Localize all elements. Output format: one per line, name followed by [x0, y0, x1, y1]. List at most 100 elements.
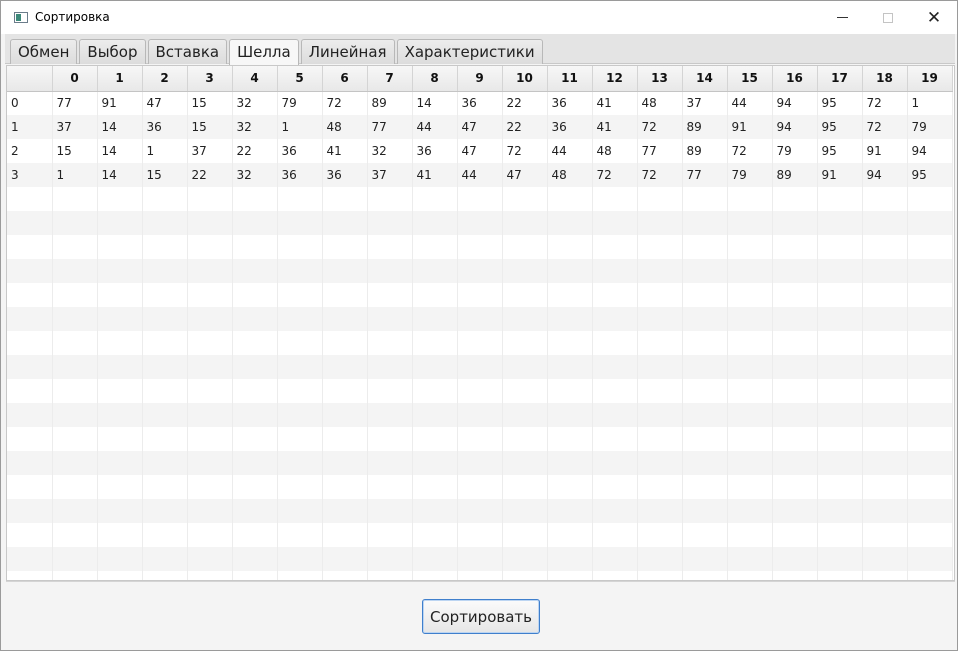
tab-5[interactable]: Характеристики — [396, 39, 543, 64]
column-header[interactable]: 2 — [142, 66, 188, 92]
empty-cell — [502, 235, 548, 259]
empty-cell — [367, 283, 413, 307]
tab-bar: Обмен Выбор Вставка Шелла Линейная Характерис… — [5, 34, 955, 65]
empty-cell — [412, 307, 458, 331]
empty-cell — [187, 235, 233, 259]
empty-cell — [187, 427, 233, 451]
empty-cell — [592, 331, 638, 355]
empty-cell — [367, 571, 413, 580]
column-header[interactable]: 13 — [637, 66, 683, 92]
tab-1[interactable]: Выбор — [79, 39, 146, 64]
column-header[interactable]: 0 — [52, 66, 98, 92]
empty-cell — [187, 331, 233, 355]
tab-0[interactable]: Обмен — [10, 39, 78, 64]
column-header[interactable]: 6 — [322, 66, 368, 92]
empty-cell — [727, 571, 773, 580]
empty-cell — [817, 355, 863, 379]
empty-cell — [772, 283, 818, 307]
empty-cell — [412, 427, 458, 451]
tab-3[interactable]: Шелла — [229, 39, 299, 65]
app-window: Сортировка ✕ Обмен Выбор Вставка Шелла Линей… — [0, 0, 958, 651]
column-header[interactable]: 1 — [97, 66, 143, 92]
table-cell: 79 — [727, 163, 773, 187]
empty-cell — [232, 427, 278, 451]
column-header[interactable]: 9 — [457, 66, 503, 92]
empty-cell — [682, 211, 728, 235]
empty-cell — [727, 211, 773, 235]
column-header[interactable]: 18 — [862, 66, 908, 92]
table-row[interactable]: 3 1 14 15 22 32 36 36 37 41 44 47 48 72 72 77 79 89 91 94 95 — [7, 163, 953, 187]
column-header[interactable]: 16 — [772, 66, 818, 92]
column-header[interactable]: 8 — [412, 66, 458, 92]
empty-cell — [502, 403, 548, 427]
column-header[interactable]: 3 — [187, 66, 233, 92]
empty-cell — [52, 427, 98, 451]
empty-cell — [367, 379, 413, 403]
empty-cell — [52, 235, 98, 259]
column-header[interactable]: 5 — [277, 66, 323, 92]
empty-cell — [547, 235, 593, 259]
empty-cell — [502, 331, 548, 355]
empty-cell — [52, 475, 98, 499]
empty-cell — [367, 475, 413, 499]
table-cell: 89 — [367, 91, 413, 115]
data-table[interactable]: 0 1 2 3 4 5 6 7 8 9 10 11 12 13 14 15 16 17 18 19 0 77 91 47 15… — [6, 65, 955, 581]
column-header[interactable]: 7 — [367, 66, 413, 92]
table-cell: 44 — [727, 91, 773, 115]
empty-cell — [682, 307, 728, 331]
empty-cell — [592, 307, 638, 331]
empty-cell — [637, 379, 683, 403]
empty-cell — [142, 475, 188, 499]
empty-cell — [97, 283, 143, 307]
empty-cell — [682, 355, 728, 379]
empty-cell — [862, 331, 908, 355]
table-cell: 22 — [232, 139, 278, 163]
empty-cell — [502, 379, 548, 403]
tab-2[interactable]: Вставка — [147, 39, 228, 64]
minimize-button[interactable] — [819, 1, 865, 34]
column-header[interactable]: 19 — [907, 66, 953, 92]
column-header[interactable]: 4 — [232, 66, 278, 92]
table-cell: 79 — [772, 139, 818, 163]
sort-button[interactable]: Сортировать — [422, 599, 540, 634]
column-header[interactable]: 15 — [727, 66, 773, 92]
empty-cell — [592, 211, 638, 235]
column-header[interactable] — [7, 66, 53, 92]
maximize-button[interactable] — [865, 1, 911, 34]
empty-cell — [727, 307, 773, 331]
empty-cell — [547, 307, 593, 331]
empty-cell — [682, 499, 728, 523]
table-cell: 72 — [592, 163, 638, 187]
column-header[interactable]: 12 — [592, 66, 638, 92]
table-row[interactable]: 0 77 91 47 15 32 79 72 89 14 36 22 36 41 48 37 44 94 95 72 1 — [7, 91, 953, 115]
empty-cell — [772, 307, 818, 331]
empty-table-row — [7, 571, 953, 580]
empty-table-row — [7, 403, 953, 427]
empty-cell — [862, 235, 908, 259]
table-row[interactable]: 1 37 14 36 15 32 1 48 77 44 47 22 36 41 72 89 91 94 95 72 79 — [7, 115, 953, 139]
empty-cell — [7, 235, 53, 259]
column-header[interactable]: 17 — [817, 66, 863, 92]
empty-cell — [367, 403, 413, 427]
empty-table-row — [7, 379, 953, 403]
column-header[interactable]: 10 — [502, 66, 548, 92]
empty-cell — [907, 499, 953, 523]
table-cell: 77 — [52, 91, 98, 115]
empty-cell — [142, 451, 188, 475]
column-header[interactable]: 14 — [682, 66, 728, 92]
title-bar: Сортировка ✕ — [1, 1, 957, 34]
empty-cell — [232, 283, 278, 307]
table-cell: 94 — [772, 115, 818, 139]
empty-cell — [907, 523, 953, 547]
table-cell: 91 — [817, 163, 863, 187]
empty-cell — [322, 307, 368, 331]
tab-4[interactable]: Линейная — [300, 39, 395, 64]
minimize-icon — [836, 17, 848, 18]
empty-cell — [592, 427, 638, 451]
column-header[interactable]: 11 — [547, 66, 593, 92]
table-row[interactable]: 2 15 14 1 37 22 36 41 32 36 47 72 44 48 77 89 72 79 95 91 94 — [7, 139, 953, 163]
empty-cell — [817, 379, 863, 403]
table-cell: 37 — [367, 163, 413, 187]
table-cell: 22 — [502, 91, 548, 115]
close-button[interactable]: ✕ — [911, 1, 957, 34]
